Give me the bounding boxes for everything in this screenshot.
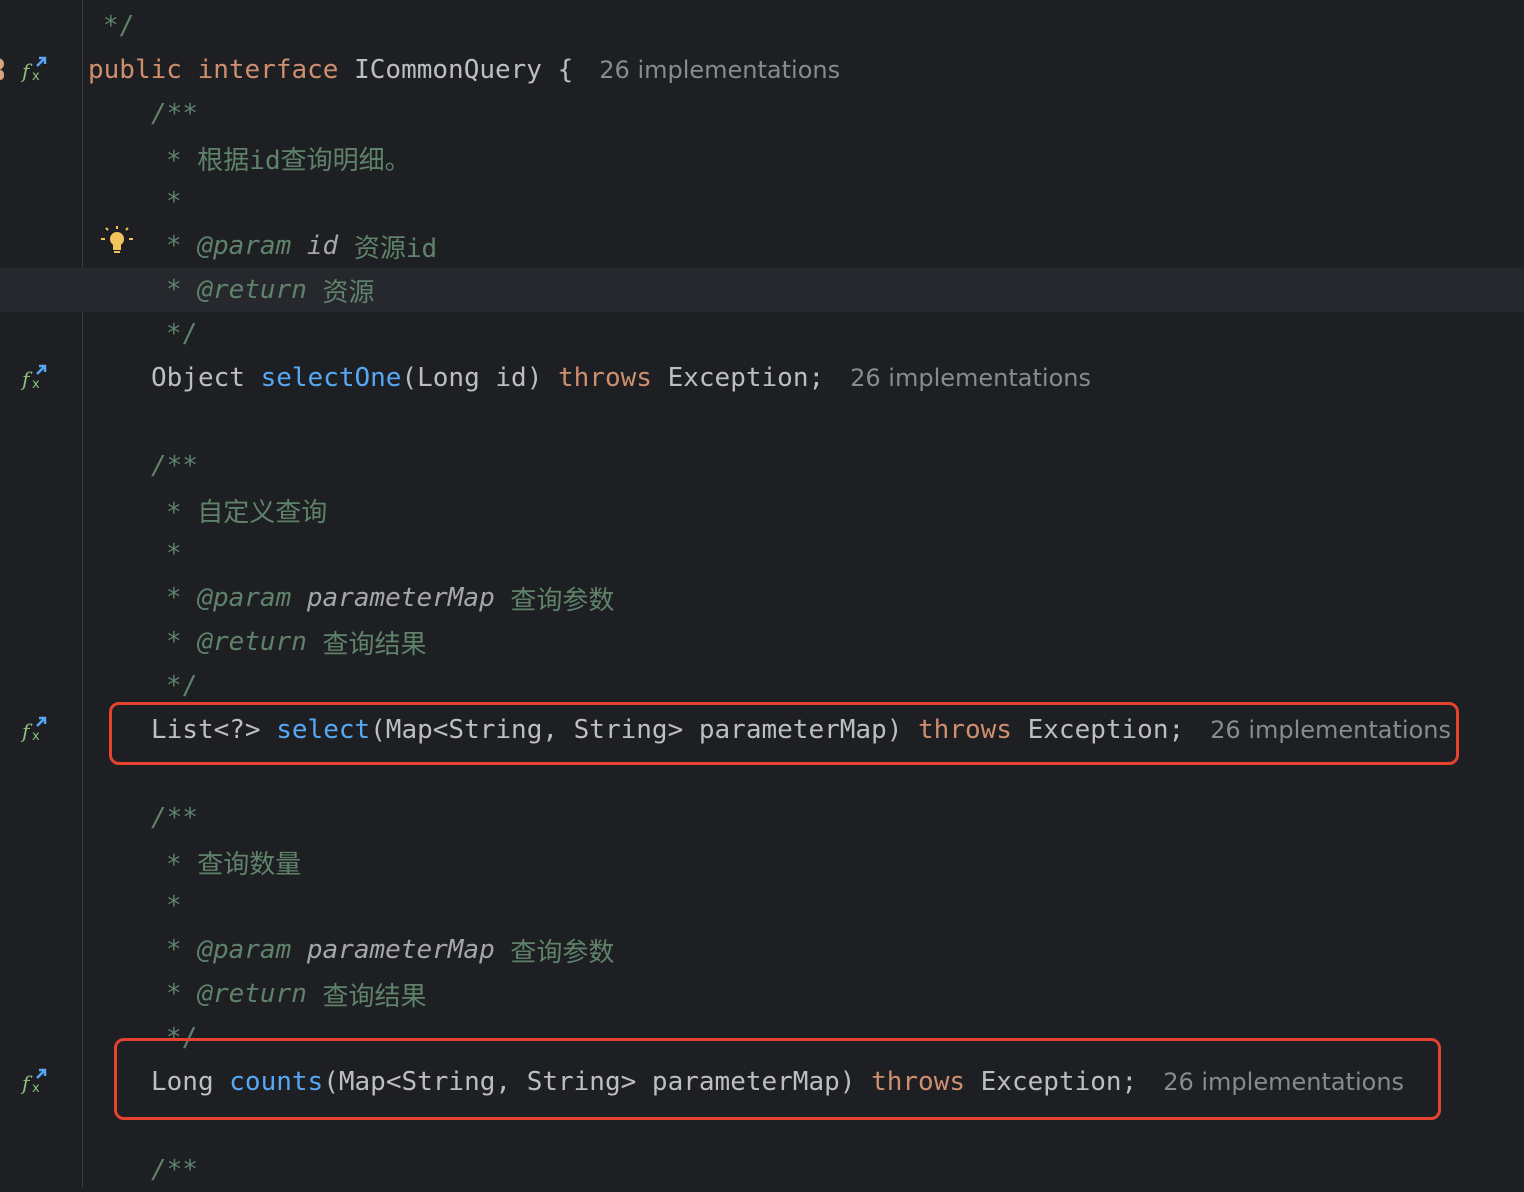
code-line[interactable]: * @param id 资源id	[0, 224, 1524, 268]
doc-star: *	[166, 231, 182, 261]
doc-return-tag: @return	[197, 627, 307, 657]
doc-star: *	[166, 979, 182, 1009]
doc-star: *	[166, 187, 182, 217]
implementations-hint[interactable]: 26 implementations	[850, 364, 1091, 392]
open-brace: {	[557, 55, 574, 85]
red-highlight-box	[114, 1038, 1441, 1120]
doc-param-name: parameterMap	[306, 935, 495, 965]
return-type: Object	[151, 363, 245, 393]
exception-type: Exception;	[667, 363, 825, 393]
code-line[interactable]: * @return 查询结果	[0, 972, 1524, 1016]
code-line[interactable]: *	[0, 180, 1524, 224]
red-highlight-box	[109, 702, 1459, 765]
doc-description: * 自定义查询	[166, 497, 328, 528]
code-line[interactable]: /**	[0, 444, 1524, 488]
code-line[interactable]: /**	[0, 796, 1524, 840]
code-line[interactable]: * 根据id查询明细。	[0, 136, 1524, 180]
doc-comment-open: /**	[151, 803, 198, 833]
doc-param-name: parameterMap	[306, 583, 495, 613]
doc-star: *	[166, 539, 182, 569]
code-line[interactable]: * 查询数量	[0, 840, 1524, 884]
doc-return-desc: 资源	[322, 277, 375, 308]
doc-param-desc: 查询参数	[510, 585, 615, 616]
doc-comment-open: /**	[151, 451, 198, 481]
keyword-interface: interface	[197, 55, 339, 85]
doc-star: *	[166, 891, 182, 921]
doc-param-tag: @param	[197, 935, 292, 965]
keyword-throws: throws	[558, 363, 652, 393]
doc-param-tag: @param	[197, 583, 292, 613]
comment-close: */	[103, 11, 135, 41]
code-line-interface-declaration[interactable]: public interface ICommonQuery {26 implem…	[0, 48, 1524, 92]
doc-return-desc: 查询结果	[322, 629, 427, 660]
code-line[interactable]: * @param parameterMap 查询参数	[0, 576, 1524, 620]
code-line[interactable]: *	[0, 884, 1524, 928]
doc-star: *	[166, 935, 182, 965]
doc-param-desc: 查询参数	[510, 937, 615, 968]
doc-star: *	[166, 275, 182, 305]
keyword-public: public	[88, 55, 182, 85]
code-line-method-selectOne[interactable]: Object selectOne (Long id) throws Excepti…	[0, 356, 1524, 400]
doc-return-desc: 查询结果	[322, 981, 427, 1012]
implementations-hint[interactable]: 26 implementations	[599, 56, 840, 84]
doc-star: *	[166, 627, 182, 657]
interface-name[interactable]: ICommonQuery	[354, 55, 542, 85]
method-args: (Long id)	[401, 363, 543, 393]
code-line[interactable]: */	[0, 4, 1524, 48]
doc-comment-open: /**	[151, 1155, 198, 1185]
code-line[interactable]: * @return 查询结果	[0, 620, 1524, 664]
code-line[interactable]: *	[0, 532, 1524, 576]
doc-param-name: id	[306, 231, 339, 261]
doc-description: * 查询数量	[166, 849, 302, 880]
doc-return-tag: @return	[197, 275, 307, 305]
doc-description: * 根据id查询明细。	[166, 145, 411, 176]
code-line[interactable]: /**	[0, 92, 1524, 136]
code-line[interactable]: */	[0, 312, 1524, 356]
doc-comment-close: */	[166, 319, 198, 349]
doc-star: *	[166, 583, 182, 613]
doc-comment-open: /**	[151, 99, 198, 129]
method-name[interactable]: selectOne	[261, 363, 402, 393]
code-line[interactable]: * 自定义查询	[0, 488, 1524, 532]
doc-return-tag: @return	[197, 979, 307, 1009]
code-line[interactable]: /**	[0, 1148, 1524, 1192]
doc-param-desc: 资源id	[353, 233, 438, 264]
code-line[interactable]: * @param parameterMap 查询参数	[0, 928, 1524, 972]
doc-param-tag: @param	[197, 231, 292, 261]
code-line-current[interactable]: * @return 资源	[0, 268, 1524, 312]
